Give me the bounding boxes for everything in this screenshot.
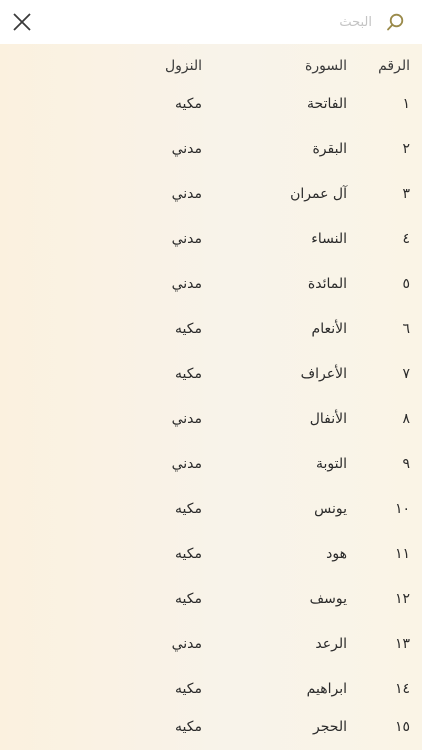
- surah-number: ٤: [402, 231, 410, 247]
- table-row[interactable]: ٩ التوبة مدني: [0, 442, 422, 487]
- surah-name: النساء: [311, 231, 347, 247]
- surah-name: الأنعام: [311, 321, 347, 337]
- revelation-type: مدني: [171, 186, 202, 202]
- revelation-type: مدني: [171, 636, 202, 652]
- revelation-type: مكيه: [175, 546, 202, 562]
- surah-number: ١٠: [394, 501, 410, 517]
- surah-name: الأنفال: [309, 411, 347, 427]
- surah-name: هود: [326, 546, 347, 562]
- surah-number: ٨: [402, 411, 410, 427]
- table-row[interactable]: ٧ الأعراف مكيه: [0, 352, 422, 397]
- surah-number: ١٢: [394, 591, 410, 607]
- surah-name: الحجر: [313, 719, 347, 735]
- table-row[interactable]: ٦ الأنعام مكيه: [0, 307, 422, 352]
- revelation-type: مدني: [171, 231, 202, 247]
- surah-number: ٧: [402, 366, 410, 382]
- surah-name: البقرة: [312, 141, 347, 157]
- revelation-type: مكيه: [175, 321, 202, 337]
- revelation-type: مكيه: [175, 719, 202, 735]
- revelation-type: مدني: [171, 456, 202, 472]
- revelation-type: مكيه: [175, 501, 202, 517]
- table-row[interactable]: ١ الفاتحة مكيه: [0, 82, 422, 127]
- surah-list: الرقم السورة النزول ١ الفاتحة مكيه ٢ الب…: [0, 44, 422, 750]
- revelation-type: مدني: [171, 141, 202, 157]
- table-row[interactable]: ١٣ الرعد مدني: [0, 622, 422, 667]
- surah-number: ١: [402, 96, 410, 112]
- table-row[interactable]: ٣ آل عمران مدني: [0, 172, 422, 217]
- surah-number: ٣: [402, 186, 410, 202]
- surah-name: التوبة: [315, 456, 347, 472]
- surah-number: ٥: [402, 276, 410, 292]
- search-input[interactable]: [170, 13, 374, 31]
- surah-number: ٢: [402, 141, 410, 157]
- table-row[interactable]: ٤ النساء مدني: [0, 217, 422, 262]
- surah-number: ١١: [394, 546, 410, 562]
- table-row[interactable]: ١٢ يوسف مكيه: [0, 577, 422, 622]
- table-row[interactable]: ١٥ الحجر مكيه: [0, 705, 422, 750]
- surah-name: الرعد: [315, 636, 347, 652]
- table-row[interactable]: ١٠ يونس مكيه: [0, 487, 422, 532]
- search-bar: [170, 10, 410, 34]
- revelation-type: مكيه: [175, 96, 202, 112]
- revelation-type: مكيه: [175, 366, 202, 382]
- surah-number: ٦: [402, 321, 410, 337]
- surah-number: ٩: [402, 456, 410, 472]
- search-icon[interactable]: [384, 11, 406, 33]
- table-row[interactable]: ٥ المائدة مدني: [0, 262, 422, 307]
- surah-name: يونس: [314, 501, 347, 517]
- surah-name: المائدة: [307, 276, 347, 292]
- close-button[interactable]: [8, 8, 36, 36]
- table-row[interactable]: ٢ البقرة مدني: [0, 127, 422, 172]
- revelation-type: مدني: [171, 276, 202, 292]
- surah-name: آل عمران: [290, 186, 347, 202]
- close-icon: [13, 13, 31, 31]
- surah-number: ١٣: [394, 636, 410, 652]
- table-row[interactable]: ١١ هود مكيه: [0, 532, 422, 577]
- top-bar: [0, 0, 422, 44]
- surah-name: يوسف: [309, 591, 347, 607]
- revelation-type: مكيه: [175, 591, 202, 607]
- revelation-type: مدني: [171, 411, 202, 427]
- surah-name: الأعراف: [300, 366, 347, 382]
- surah-number: ١٥: [394, 719, 410, 735]
- table-row[interactable]: ٨ الأنفال مدني: [0, 397, 422, 442]
- surah-name: الفاتحة: [307, 96, 347, 112]
